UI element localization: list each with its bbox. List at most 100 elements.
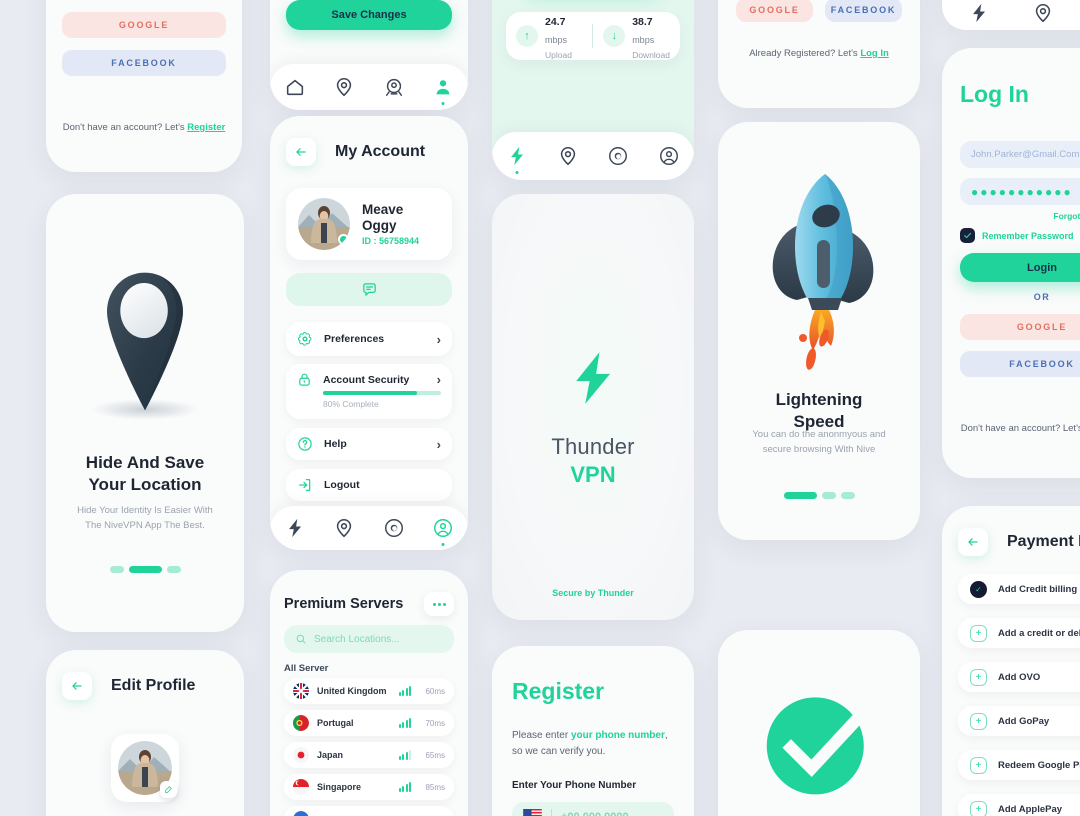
- pencil-edit-icon: [164, 785, 173, 794]
- server-row-united-kingdom[interactable]: United Kingdom 60ms: [284, 678, 454, 704]
- nav-user-icon[interactable]: [658, 145, 680, 167]
- login-link[interactable]: Log In: [860, 48, 889, 59]
- profile-summary[interactable]: Meave Oggy ID : 56758944: [286, 188, 452, 260]
- google-button[interactable]: GOOGLE: [960, 314, 1080, 340]
- google-button[interactable]: GOOGLE: [62, 12, 226, 38]
- menu-item-preferences[interactable]: Preferences ›: [286, 322, 452, 356]
- download-number: 38.7: [632, 16, 653, 28]
- pagination-dot-3[interactable]: [166, 566, 181, 573]
- password-field[interactable]: ●●●●●●●●●●●: [960, 178, 1080, 205]
- remember-password-row[interactable]: Remember Password: [960, 228, 1074, 243]
- pagination-dots[interactable]: [718, 492, 920, 499]
- premium-servers-card: Premium Servers Search Locations... All …: [270, 570, 468, 816]
- upload-value: 24.7 mbps: [545, 16, 567, 46]
- chat-button[interactable]: [286, 273, 452, 306]
- back-button[interactable]: [286, 138, 316, 166]
- nav-location-pin-icon[interactable]: [333, 76, 355, 98]
- payment-item-ovo[interactable]: + Add OVO: [958, 662, 1080, 692]
- pagination-dot-2[interactable]: [821, 492, 836, 499]
- pagination-dots[interactable]: [46, 566, 244, 573]
- avatar[interactable]: [111, 734, 179, 802]
- page-title: Premium Servers: [284, 596, 404, 612]
- edit-avatar-button[interactable]: [160, 781, 177, 798]
- payment-item-credit-billing[interactable]: ✓ Add Credit billing: [958, 574, 1080, 604]
- remember-checkbox[interactable]: [960, 228, 975, 243]
- brand-line-2: VPN: [570, 462, 616, 487]
- facebook-button[interactable]: FACEBOOK: [960, 351, 1080, 377]
- server-row-partial[interactable]: [284, 806, 454, 816]
- pagination-dot-2[interactable]: [128, 566, 162, 573]
- nav-gear-icon[interactable]: [607, 145, 629, 167]
- search-input[interactable]: Search Locations...: [284, 625, 454, 653]
- register-card: Register Please enter your phone number,…: [492, 646, 694, 816]
- register-footnote: Don't have an account? Let's Register: [956, 423, 1080, 434]
- register-link[interactable]: Register: [187, 122, 225, 133]
- japan-flag-icon: [293, 747, 309, 763]
- payment-item-gopay[interactable]: + Add GoPay: [958, 706, 1080, 736]
- pagination-dot-3[interactable]: [840, 492, 855, 499]
- payment-item-credit-card[interactable]: + Add a credit or debit card: [958, 618, 1080, 648]
- login-button[interactable]: Login: [960, 253, 1080, 282]
- divider: [551, 809, 552, 816]
- forgot-password-link[interactable]: Forgot Password?: [960, 211, 1080, 221]
- onboarding-title-line2: Your Location: [88, 475, 202, 495]
- page-title: Log In: [960, 81, 1029, 107]
- google-button[interactable]: GOOGLE: [736, 0, 813, 22]
- back-button[interactable]: [62, 672, 92, 700]
- back-button[interactable]: [958, 528, 988, 556]
- onboarding-subtitle: You can do the anonmyous and secure brow…: [728, 428, 910, 457]
- payment-item-google-play[interactable]: + Redeem Google Play gift card: [958, 750, 1080, 780]
- server-name: Japan: [317, 750, 344, 760]
- menu-item-account-security[interactable]: Account Security › 80% Complete: [286, 364, 452, 419]
- nav-user-icon[interactable]: [432, 76, 454, 98]
- pagination-dot-1[interactable]: [109, 566, 124, 573]
- online-status-dot: [338, 234, 349, 245]
- nav-location-pin-icon[interactable]: [557, 145, 579, 167]
- nav-rocket-icon[interactable]: [383, 76, 405, 98]
- save-changes-button[interactable]: Save Changes: [286, 0, 452, 30]
- server-row-japan[interactable]: Japan 65ms: [284, 742, 454, 768]
- phone-input[interactable]: +00 000 0000: [512, 802, 674, 816]
- facebook-button[interactable]: FACEBOOK: [62, 50, 226, 76]
- check-icon: [963, 231, 972, 240]
- nav-bolt-icon[interactable]: [284, 517, 306, 539]
- payment-label: Add OVO: [998, 671, 1041, 683]
- edit-profile-card: Edit Profile: [46, 650, 244, 816]
- upload-unit: mbps: [545, 35, 568, 45]
- nav-location-pin-icon[interactable]: [333, 517, 355, 539]
- facebook-button[interactable]: FACEBOOK: [825, 0, 902, 22]
- email-field[interactable]: John.Parker@Gmail.Com: [960, 141, 1080, 168]
- server-row-singapore[interactable]: Singapore 85ms: [284, 774, 454, 800]
- splash-card: Thunder VPN Secure by Thunder: [492, 194, 694, 620]
- password-value: ●●●●●●●●●●●: [971, 184, 1073, 199]
- menu-item-logout[interactable]: Logout: [286, 469, 452, 501]
- menu-item-help[interactable]: Help ›: [286, 428, 452, 460]
- server-name: Singapore: [317, 782, 362, 792]
- onboarding-location-card: Hide And Save Your Location Hide Your Id…: [46, 194, 244, 632]
- nav-strip-card: [942, 0, 1080, 30]
- payment-item-applepay[interactable]: + Add ApplePay: [958, 794, 1080, 816]
- speed-card: ↑ 24.7 mbps Upload ↓ 38.7 mbps Download: [506, 12, 680, 60]
- nav-location-pin-icon[interactable]: [1032, 2, 1054, 24]
- pagination-dot-1[interactable]: [783, 492, 817, 499]
- onboarding-subtitle-line1: You can do the anonmyous and: [752, 429, 886, 440]
- nav-home-icon[interactable]: [284, 76, 306, 98]
- plus-icon: +: [970, 800, 987, 816]
- nav-bolt-icon[interactable]: [968, 2, 990, 24]
- nav-user-icon[interactable]: [432, 517, 454, 539]
- gear-icon: [297, 331, 313, 347]
- security-progress-fill: [323, 391, 418, 395]
- ui-kit-showcase: GOOGLE FACEBOOK Don't have an account? L…: [0, 0, 1080, 816]
- server-row-portugal[interactable]: Portugal 70ms: [284, 710, 454, 736]
- bottom-nav: [270, 506, 468, 550]
- onboarding-subtitle: Hide Your Identity Is Easier With The Ni…: [58, 504, 232, 533]
- plus-icon: +: [970, 712, 987, 730]
- onboarding-speed-card: Lightening Speed You can do the anonmyou…: [718, 122, 920, 540]
- nav-gear-icon[interactable]: [383, 517, 405, 539]
- page-title: Payment Method: [1007, 533, 1080, 550]
- more-options-button[interactable]: [424, 592, 454, 616]
- plus-icon: +: [970, 756, 987, 774]
- arrow-left-icon: [966, 535, 980, 549]
- nav-bolt-icon[interactable]: [506, 145, 528, 167]
- chevron-right-icon: ›: [436, 372, 441, 387]
